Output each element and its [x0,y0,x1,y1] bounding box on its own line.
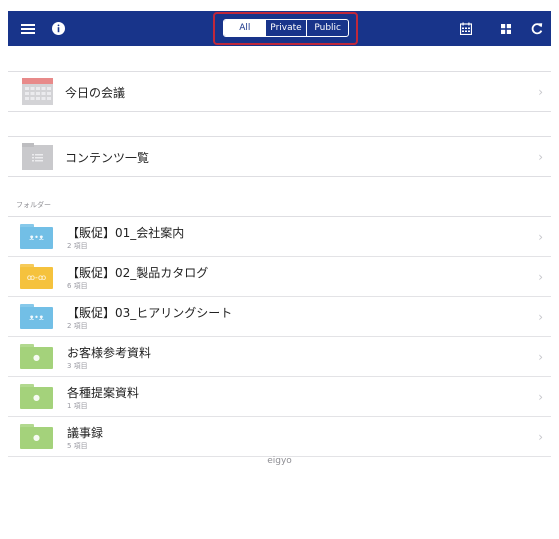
folder-row[interactable]: ꝏ‑ꝏ 【販促】02_製品カタログ 6 項目 › [8,257,551,297]
segment-all[interactable]: All [224,20,266,36]
top-navigation-bar: All Private Public [8,11,551,46]
segment-public[interactable]: Public [306,20,348,36]
folder-title: お客様参考資料 [67,346,152,360]
folder-item-count: 2 項目 [67,242,88,250]
folder-icon: ᴥ•ᴥ [20,304,53,329]
folder-item-count: 6 項目 [67,282,88,290]
folder-row[interactable]: ● 各種提案資料 1 項目 › [8,377,551,417]
folder-row[interactable]: ● お客様参考資料 3 項目 › [8,337,551,377]
footer-label: eigyo [267,456,292,466]
folder-list: ᴥ•ᴥ 【販促】01_会社案内 2 項目 › ꝏ‑ꝏ 【販促】02_製品カタログ… [8,216,551,457]
info-icon[interactable] [50,11,66,46]
calendar-icon [22,78,53,105]
folder-item-count: 1 項目 [67,402,88,410]
folder-title: 【販促】01_会社案内 [67,226,185,240]
menu-icon[interactable] [20,11,36,46]
folder-title: 各種提案資料 [67,386,140,400]
grid-view-icon[interactable] [498,11,514,46]
folder-title: 【販促】02_製品カタログ [67,266,209,280]
app-frame: All Private Public 今日の会議 › コンテンツ一覧 › フォル… [8,11,551,539]
folder-title: 議事録 [67,426,104,440]
folder-row[interactable]: ᴥ•ᴥ 【販促】01_会社案内 2 項目 › [8,217,551,257]
chevron-right-icon: › [538,270,543,284]
chevron-right-icon: › [538,85,543,99]
refresh-icon[interactable] [529,11,545,46]
folder-item-count: 5 項目 [67,442,88,450]
folder-icon: ● [20,424,53,449]
segment-private[interactable]: Private [266,20,307,36]
folder-icon: ● [20,344,53,369]
chevron-right-icon: › [538,150,543,164]
folder-icon: ᴥ•ᴥ [20,224,53,249]
folder-row[interactable]: ᴥ•ᴥ 【販促】03_ヒアリングシート 2 項目 › [8,297,551,337]
chevron-right-icon: › [538,230,543,244]
folder-row[interactable]: ● 議事録 5 項目 › [8,417,551,457]
todays-meetings-row[interactable]: 今日の会議 › [8,71,551,112]
row-title: コンテンツ一覧 [65,151,150,165]
content-list-row[interactable]: コンテンツ一覧 › [8,136,551,177]
chevron-right-icon: › [538,350,543,364]
visibility-segmented-control: All Private Public [223,19,349,37]
calendar-icon[interactable] [458,11,474,46]
row-title: 今日の会議 [65,86,126,100]
folder-item-count: 2 項目 [67,322,88,330]
folder-icon: ꝏ‑ꝏ [20,264,53,289]
section-header-folders: フォルダー [16,201,51,209]
list-tray-icon [22,143,53,170]
folder-icon: ● [20,384,53,409]
folder-title: 【販促】03_ヒアリングシート [67,306,233,320]
chevron-right-icon: › [538,390,543,404]
chevron-right-icon: › [538,310,543,324]
folder-item-count: 3 項目 [67,362,88,370]
chevron-right-icon: › [538,430,543,444]
